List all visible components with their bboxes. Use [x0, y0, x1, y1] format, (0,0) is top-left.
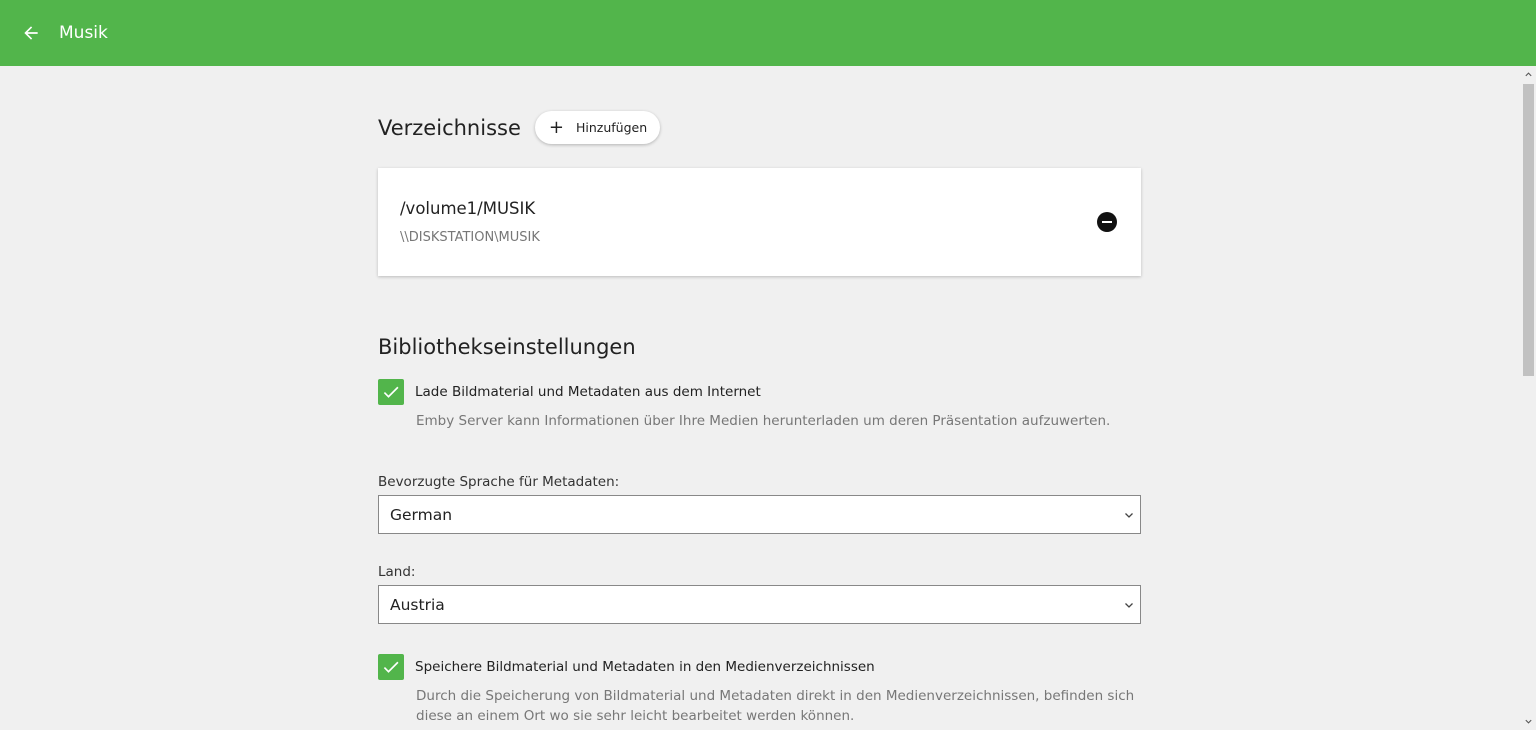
save-local-description: Durch die Speicherung von Bildmaterial u…	[416, 688, 1135, 724]
download-metadata-field: Lade Bildmaterial und Metadaten aus dem …	[378, 379, 1141, 431]
folder-network-path: \\DISKSTATION\MUSIK	[400, 230, 540, 245]
save-local-checkbox-row[interactable]: Speichere Bildmaterial und Metadaten in …	[378, 654, 1141, 680]
country-select[interactable]: Austria	[378, 585, 1141, 624]
app-header: Musik	[0, 0, 1536, 66]
add-folder-label: Hinzufügen	[575, 120, 648, 135]
folders-header: Verzeichnisse + Hinzufügen	[378, 111, 1141, 144]
scroll-up-icon[interactable]	[1520, 66, 1536, 83]
scrollbar[interactable]	[1520, 66, 1536, 730]
remove-folder-button[interactable]	[1097, 212, 1117, 232]
scroll-down-icon[interactable]	[1520, 713, 1536, 730]
language-field: Bevorzugte Sprache für Metadaten: German	[378, 474, 1141, 534]
chevron-down-icon	[1123, 599, 1135, 611]
folders-title: Verzeichnisse	[378, 115, 521, 140]
language-label: Bevorzugte Sprache für Metadaten:	[378, 474, 620, 490]
minus-icon	[1102, 220, 1112, 224]
download-metadata-checkbox[interactable]	[378, 379, 404, 405]
check-icon	[383, 661, 399, 673]
download-metadata-label: Lade Bildmaterial und Metadaten aus dem …	[415, 384, 761, 400]
plus-icon: +	[548, 116, 564, 138]
country-value: Austria	[390, 595, 445, 614]
main-content: Verzeichnisse + Hinzufügen /volume1/MUSI…	[378, 66, 1141, 726]
page-title: Musik	[59, 23, 108, 43]
scrollbar-thumb[interactable]	[1523, 84, 1534, 376]
folder-card: /volume1/MUSIK \\DISKSTATION\MUSIK	[378, 168, 1141, 276]
language-value: German	[390, 505, 453, 524]
save-local-checkbox[interactable]	[378, 654, 404, 680]
language-select[interactable]: German	[378, 495, 1141, 534]
back-button[interactable]	[11, 13, 51, 53]
chevron-down-icon	[1123, 509, 1135, 521]
download-metadata-checkbox-row[interactable]: Lade Bildmaterial und Metadaten aus dem …	[378, 379, 1141, 405]
save-local-label: Speichere Bildmaterial und Metadaten in …	[415, 659, 875, 675]
folder-path: /volume1/MUSIK	[400, 199, 536, 218]
check-icon	[383, 386, 399, 398]
arrow-left-icon	[24, 26, 38, 40]
country-field: Land: Austria	[378, 564, 1141, 624]
add-folder-button[interactable]: + Hinzufügen	[534, 111, 661, 144]
download-metadata-description: Emby Server kann Informationen über Ihre…	[416, 413, 1111, 429]
library-settings-title: Bibliothekseinstellungen	[378, 335, 636, 359]
country-label: Land:	[378, 564, 416, 580]
save-local-field: Speichere Bildmaterial und Metadaten in …	[378, 654, 1141, 726]
